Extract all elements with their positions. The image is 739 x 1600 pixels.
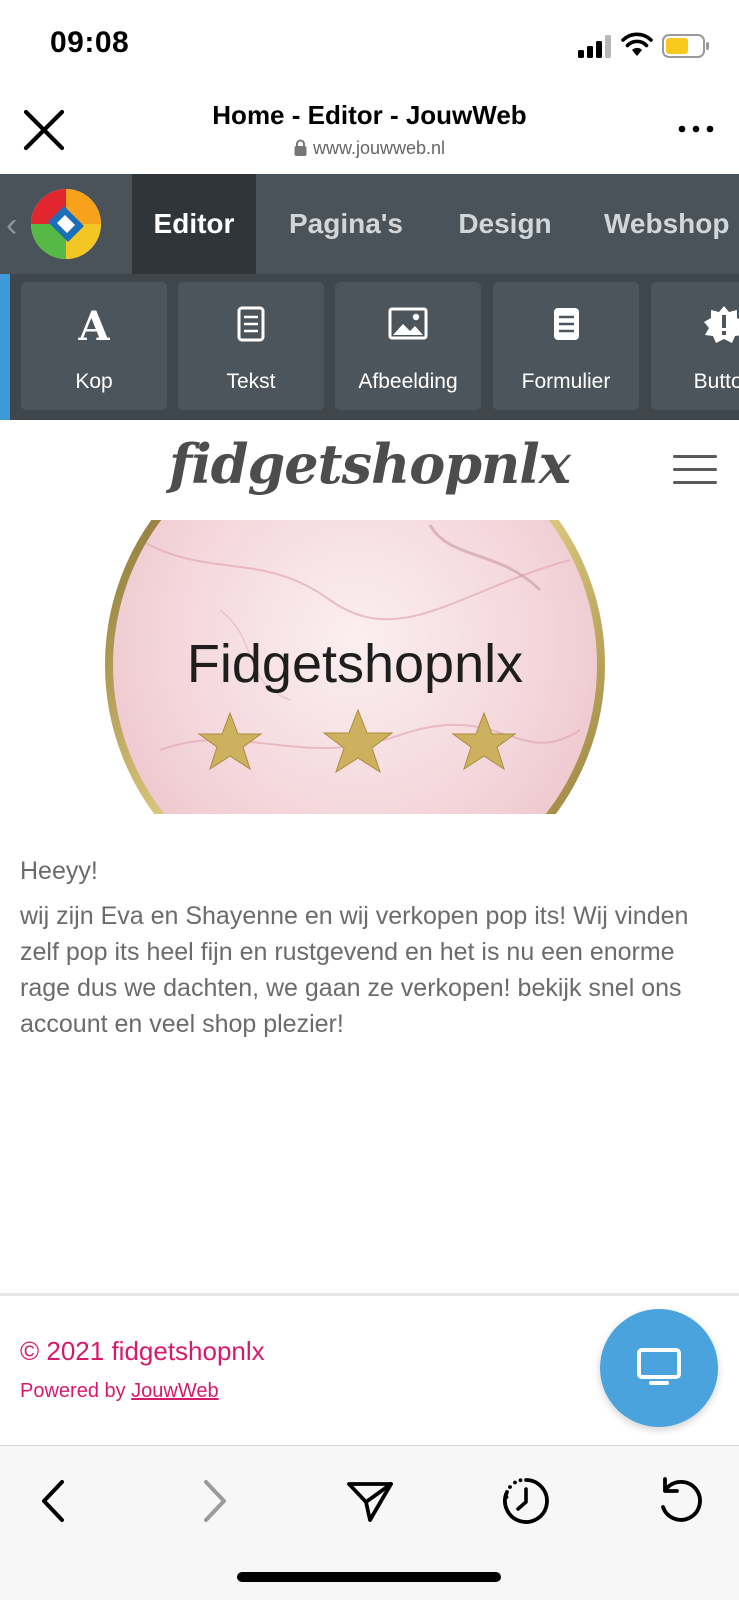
site-logo-text[interactable]: fidgetshopnlx [0,432,739,496]
tab-webshop[interactable]: Webshop [604,174,739,274]
lock-icon [294,139,307,156]
cellular-signal-icon [578,34,614,58]
page-title: Home - Editor - JouwWeb [212,100,527,130]
banner-image[interactable]: Fidgetshopnlx [100,520,610,814]
element-toolbar: A Kop Tekst Afbeelding Formulier Butto [0,274,739,420]
tool-tekst[interactable]: Tekst [178,282,324,410]
reload-icon[interactable] [656,1476,706,1526]
intro-greeting: Heeyy! [20,857,98,885]
browser-header: Home - Editor - JouwWeb www.jouwweb.nl [0,88,739,174]
footer-divider [0,1293,739,1296]
share-send-icon[interactable] [345,1476,395,1526]
editor-tab-bar: ‹ Editor Pagina's Design Webshop [0,174,739,274]
svg-text:A: A [77,304,110,344]
more-options-icon[interactable] [676,122,716,136]
back-arrow-icon[interactable] [30,1476,80,1526]
home-indicator[interactable] [237,1572,501,1582]
image-icon [388,307,428,340]
form-icon [554,308,579,340]
tool-afbeelding[interactable]: Afbeelding [335,282,481,410]
tab-design[interactable]: Design [440,174,570,274]
powered-prefix: Powered by [20,1380,132,1402]
tool-label: Tekst [226,370,276,393]
forward-arrow-icon[interactable] [188,1476,238,1526]
tool-label: Afbeelding [358,370,458,393]
battery-icon [662,34,709,58]
tool-button[interactable]: Button [651,282,739,410]
status-bar: 09:08 [0,0,739,88]
chevron-left-icon[interactable]: ‹ [6,206,17,245]
heading-icon: A [77,304,110,344]
desktop-preview-button[interactable] [600,1309,718,1427]
tab-editor[interactable]: Editor [132,174,256,274]
jouwweb-link[interactable]: JouwWeb [131,1380,218,1402]
footer-powered-by: Powered by JouwWeb [20,1380,219,1403]
tool-kop[interactable]: A Kop [21,282,167,410]
desktop-monitor-icon [637,1348,681,1385]
footer-copyright: © 2021 fidgetshopnlx [20,1336,265,1366]
tool-label: Kop [75,370,113,393]
status-time: 09:08 [50,26,130,59]
tool-label: Formulier [521,370,611,393]
intro-text-block[interactable]: Heeyy! wij zijn Eva en Shayenne en wij v… [20,853,720,1042]
wifi-icon [621,32,653,56]
url-display[interactable]: www.jouwweb.nl [0,138,739,159]
banner-title: Fidgetshopnlx [187,634,523,694]
url-text: www.jouwweb.nl [312,138,446,158]
jouwweb-logo[interactable] [30,188,102,260]
history-clock-icon[interactable] [501,1476,551,1526]
text-document-icon [237,306,265,342]
button-badge-icon [704,306,739,343]
tool-formulier[interactable]: Formulier [493,282,639,410]
toolbar-accent [0,274,10,420]
intro-body: wij zijn Eva en Shayenne en wij verkopen… [20,902,689,1038]
hamburger-menu-icon[interactable] [673,455,717,485]
tab-paginas[interactable]: Pagina's [270,174,422,274]
tool-label: Button [693,370,739,393]
